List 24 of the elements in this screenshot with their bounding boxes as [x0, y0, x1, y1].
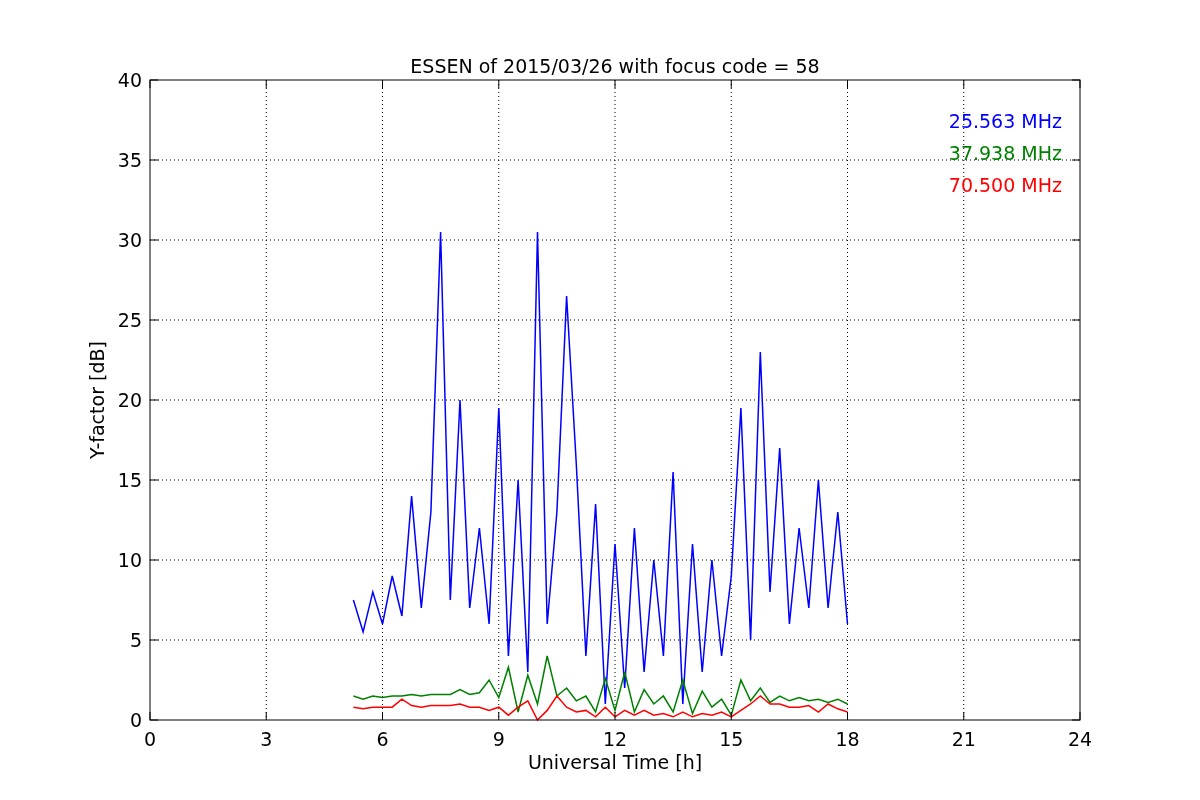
legend-label: 37.938 MHz	[948, 142, 1062, 164]
y-tick-label: 0	[129, 709, 142, 731]
y-tick-label: 30	[117, 229, 142, 251]
y-tick-label: 40	[117, 69, 142, 91]
legend-label: 70.500 MHz	[948, 174, 1062, 196]
x-tick-label: 15	[719, 728, 744, 750]
y-axis-label: Y-factor [dB]	[86, 341, 108, 459]
chart-title: ESSEN of 2015/03/26 with focus code = 58	[410, 55, 820, 77]
y-tick-label: 10	[117, 549, 142, 571]
x-tick-label: 18	[835, 728, 860, 750]
x-tick-label: 6	[376, 728, 389, 750]
y-tick-label: 25	[117, 309, 142, 331]
x-tick-label: 9	[492, 728, 505, 750]
y-tick-label: 5	[129, 629, 142, 651]
y-tick-label: 15	[117, 469, 142, 491]
x-tick-label: 24	[1067, 728, 1093, 750]
x-tick-label: 3	[260, 728, 273, 750]
legend-label: 25.563 MHz	[948, 110, 1062, 132]
x-tick-label: 12	[602, 728, 628, 750]
x-tick-label: 21	[951, 728, 976, 750]
x-axis-label: Universal Time [h]	[527, 751, 703, 773]
y-tick-label: 35	[117, 149, 142, 171]
x-tick-label: 0	[143, 728, 157, 750]
y-tick-label: 20	[117, 389, 142, 411]
